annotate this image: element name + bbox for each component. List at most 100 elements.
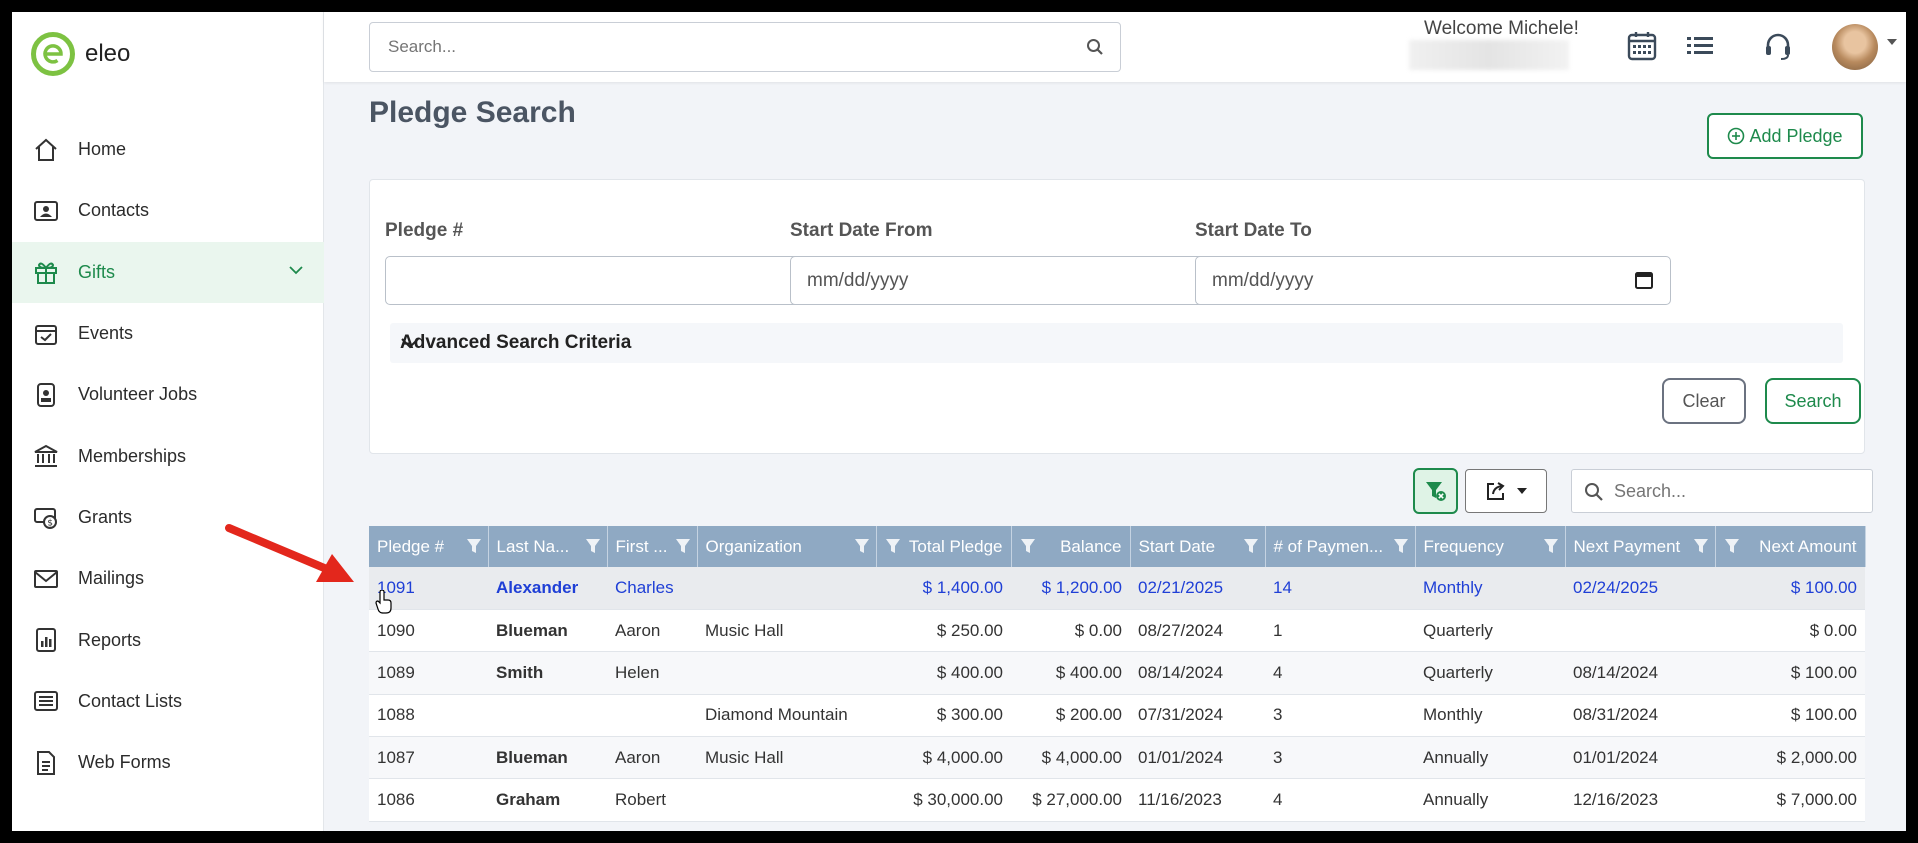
report-icon (32, 626, 60, 654)
calendar-grid-icon[interactable] (1624, 28, 1660, 64)
column-header-label: Next Amount (1759, 536, 1857, 556)
grid-search (1571, 469, 1873, 513)
chevron-down-icon[interactable] (288, 262, 304, 283)
column-header[interactable]: Total Pledge (876, 526, 1012, 567)
column-filter-icon[interactable] (466, 537, 482, 560)
document-icon (32, 749, 60, 777)
table-cell: 02/21/2025 (1130, 567, 1265, 610)
start-date-from-label: Start Date From (790, 220, 933, 241)
advanced-search-toggle[interactable]: Advanced Search Criteria (390, 323, 1843, 363)
table-cell (697, 778, 876, 822)
pledge-grid: Pledge # Last Na... First ... Organization T… (369, 526, 1866, 822)
table-row[interactable]: 1090 Blueman Aaron Music Hall $ 250.00 $ 0.00… (369, 609, 1865, 653)
table-cell: 14 (1265, 567, 1415, 610)
table-row[interactable]: 1087 Blueman Aaron Music Hall $ 4,000.00 $ 4,… (369, 736, 1865, 780)
sidebar-item-label: Events (78, 323, 134, 344)
column-filter-icon[interactable] (854, 537, 870, 560)
table-row[interactable]: 1091 Alexander Charles $ 1,400.00 $ 1,200.00… (369, 567, 1865, 610)
calendar-icon[interactable] (1634, 270, 1654, 295)
sidebar-item-events[interactable]: Events (12, 303, 324, 364)
sidebar-item-volunteer-jobs[interactable]: Volunteer Jobs (12, 364, 324, 425)
export-button[interactable] (1465, 469, 1547, 513)
sidebar-item-web-forms[interactable]: Web Forms (12, 732, 324, 793)
table-cell: 4 (1265, 778, 1415, 822)
table-cell: 08/27/2024 (1130, 609, 1265, 653)
column-header-label: Start Date (1138, 536, 1216, 556)
column-header-label: Organization (705, 536, 802, 556)
sidebar-item-contacts[interactable]: Contacts (12, 180, 324, 241)
table-cell: Monthly (1415, 694, 1565, 738)
column-header[interactable]: Next Payment (1565, 526, 1716, 567)
search-icon[interactable] (1086, 38, 1104, 61)
sidebar-item-gifts[interactable]: Gifts (12, 241, 324, 303)
table-cell: $ 100.00 (1715, 651, 1865, 695)
column-filter-icon[interactable] (1243, 537, 1259, 560)
column-filter-icon[interactable] (1724, 537, 1740, 560)
column-header-label: Last Na... (496, 536, 570, 556)
column-filter-icon[interactable] (1393, 537, 1409, 560)
page-title: Pledge Search (369, 96, 576, 129)
task-list-icon[interactable] (1682, 28, 1718, 64)
gift-icon (32, 258, 60, 286)
table-cell: Blueman (488, 736, 607, 780)
headset-support-icon[interactable] (1760, 28, 1796, 64)
sidebar-item-memberships[interactable]: Memberships (12, 425, 324, 486)
table-cell: 1090 (369, 609, 488, 653)
grid-search-input[interactable] (1614, 470, 1864, 512)
table-cell: $ 300.00 (876, 694, 1011, 738)
table-row[interactable]: 1088 Diamond Mountain $ 300.00 $ 200.00 07/3… (369, 694, 1865, 738)
global-search-input[interactable] (370, 23, 1120, 71)
column-filter-icon[interactable] (1543, 537, 1559, 560)
envelope-icon (32, 565, 60, 593)
logo[interactable]: eleo (31, 32, 130, 76)
column-filter-icon[interactable] (1693, 537, 1709, 560)
sidebar-item-contact-lists[interactable]: Contact Lists (12, 671, 324, 732)
table-row[interactable]: 1089 Smith Helen $ 400.00 $ 400.00 08/14/2024… (369, 651, 1865, 695)
table-cell: 1089 (369, 651, 488, 695)
contact-card-icon (32, 197, 60, 225)
column-header[interactable]: Organization (697, 526, 877, 567)
sidebar-item-label: Reports (78, 629, 142, 650)
sidebar-item-label: Memberships (78, 445, 187, 466)
caret-down-icon[interactable] (1887, 39, 1897, 45)
table-cell: $ 0.00 (1011, 609, 1130, 653)
clear-button[interactable]: Clear (1662, 378, 1746, 424)
column-header[interactable]: Last Na... (488, 526, 608, 567)
table-cell (607, 694, 697, 738)
table-cell: 08/31/2024 (1565, 694, 1715, 738)
table-cell: Blueman (488, 609, 607, 653)
app-name: eleo (85, 40, 131, 67)
sidebar-item-home[interactable]: Home (12, 119, 324, 180)
column-filter-icon[interactable] (675, 537, 691, 560)
sidebar-item-reports[interactable]: Reports (12, 609, 324, 670)
add-pledge-button[interactable]: Add Pledge (1707, 113, 1863, 159)
column-header[interactable]: Start Date (1130, 526, 1266, 567)
table-cell: Monthly (1415, 567, 1565, 610)
table-row[interactable]: 1086 Graham Robert $ 30,000.00 $ 27,000.00 11… (369, 778, 1865, 822)
search-icon (1584, 482, 1604, 507)
column-header[interactable]: Frequency (1415, 526, 1566, 567)
table-cell: Graham (488, 778, 607, 822)
table-cell: $ 4,000.00 (876, 736, 1011, 780)
column-header-label: Next Payment (1573, 536, 1681, 556)
column-header-label: Total Pledge (908, 536, 1003, 556)
column-header[interactable]: Balance (1011, 526, 1131, 567)
column-header[interactable]: # of Paymen... (1265, 526, 1416, 567)
clear-filter-button[interactable] (1413, 468, 1458, 514)
column-header[interactable]: Pledge # (369, 526, 489, 567)
column-filter-icon[interactable] (1020, 537, 1036, 560)
column-filter-icon[interactable] (885, 537, 901, 560)
column-header[interactable]: First ... (607, 526, 698, 567)
annotation-arrow (225, 524, 354, 582)
filter-clear-icon (1425, 482, 1446, 501)
table-cell: $ 1,400.00 (876, 567, 1011, 610)
sidebar-item-label: Web Forms (78, 752, 171, 773)
table-cell: 1088 (369, 694, 488, 738)
user-avatar[interactable] (1832, 24, 1878, 70)
table-cell: Annually (1415, 778, 1565, 822)
column-header[interactable]: Next Amount (1715, 526, 1866, 567)
search-button[interactable]: Search (1765, 378, 1861, 424)
column-filter-icon[interactable] (585, 537, 601, 560)
start-date-to-input[interactable]: mm/dd/yyyy (1195, 256, 1671, 305)
table-cell: $ 2,000.00 (1715, 736, 1865, 780)
